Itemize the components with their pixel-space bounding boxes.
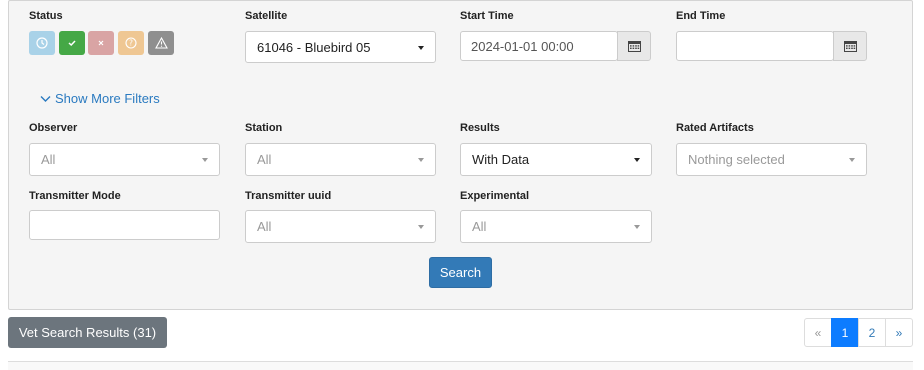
- transmitter-uuid-value: All: [257, 219, 272, 234]
- search-button[interactable]: Search: [429, 257, 492, 288]
- status-failed-button[interactable]: [148, 31, 174, 55]
- start-time-label: Start Time: [460, 10, 514, 22]
- observer-select[interactable]: All: [29, 143, 220, 176]
- pagination-prev[interactable]: «: [804, 318, 832, 347]
- chevron-down-icon: [202, 158, 208, 162]
- status-future-button[interactable]: [29, 31, 55, 55]
- pagination-page-2[interactable]: 2: [858, 318, 886, 347]
- station-select[interactable]: All: [245, 143, 436, 176]
- status-bad-button[interactable]: [88, 31, 114, 55]
- observer-value: All: [41, 152, 56, 167]
- transmitter-mode-label: Transmitter Mode: [29, 190, 121, 202]
- end-time-input[interactable]: [676, 31, 834, 61]
- chevron-down-icon: [418, 46, 424, 50]
- pagination: « 1 2 »: [804, 318, 913, 347]
- station-label: Station: [245, 122, 283, 134]
- svg-text:?: ?: [129, 39, 133, 48]
- status-unknown-button[interactable]: ?: [118, 31, 144, 55]
- calendar-button[interactable]: [617, 31, 651, 61]
- end-time-label: End Time: [676, 10, 726, 22]
- chevron-down-icon: [418, 225, 424, 229]
- chevron-down-icon: [418, 158, 424, 162]
- transmitter-uuid-select[interactable]: All: [245, 210, 436, 243]
- results-value: With Data: [472, 152, 530, 167]
- calendar-button[interactable]: [833, 31, 867, 61]
- start-time-input[interactable]: 2024-01-01 00:00: [460, 31, 618, 61]
- check-icon: [68, 40, 76, 47]
- x-icon: [98, 40, 104, 46]
- satellite-value: 61046 - Bluebird 05: [257, 39, 371, 55]
- vet-search-results-button[interactable]: Vet Search Results (31): [8, 317, 167, 348]
- pagination-next[interactable]: »: [885, 318, 913, 347]
- results-label: Results: [460, 122, 500, 134]
- pagination-page-1[interactable]: 1: [831, 318, 859, 347]
- experimental-select[interactable]: All: [460, 210, 652, 243]
- satellite-select[interactable]: 61046 - Bluebird 05: [245, 31, 436, 63]
- calendar-icon: [843, 41, 857, 52]
- satellite-label: Satellite: [245, 10, 288, 22]
- show-more-filters-link[interactable]: Show More Filters: [40, 91, 160, 106]
- station-value: All: [257, 152, 272, 167]
- chevron-down-icon: [40, 95, 51, 102]
- calendar-icon: [627, 41, 641, 52]
- chevron-down-icon: [849, 158, 855, 162]
- warning-icon: [154, 37, 168, 49]
- clock-icon: [36, 37, 48, 49]
- status-good-button[interactable]: [59, 31, 85, 55]
- divider: [8, 361, 913, 370]
- rated-artifacts-value: Nothing selected: [688, 152, 785, 167]
- status-label: Status: [29, 10, 63, 22]
- show-more-filters-label: Show More Filters: [55, 91, 160, 106]
- rated-artifacts-select[interactable]: Nothing selected: [676, 143, 867, 176]
- transmitter-mode-input[interactable]: [29, 210, 220, 240]
- rated-artifacts-label: Rated Artifacts: [676, 122, 754, 134]
- results-select[interactable]: With Data: [460, 143, 652, 176]
- experimental-value: All: [472, 219, 487, 234]
- chevron-down-icon: [634, 225, 640, 229]
- observer-label: Observer: [29, 122, 78, 134]
- experimental-label: Experimental: [460, 190, 530, 202]
- question-icon: ?: [125, 37, 137, 49]
- transmitter-uuid-label: Transmitter uuid: [245, 190, 332, 202]
- chevron-down-icon: [634, 158, 640, 162]
